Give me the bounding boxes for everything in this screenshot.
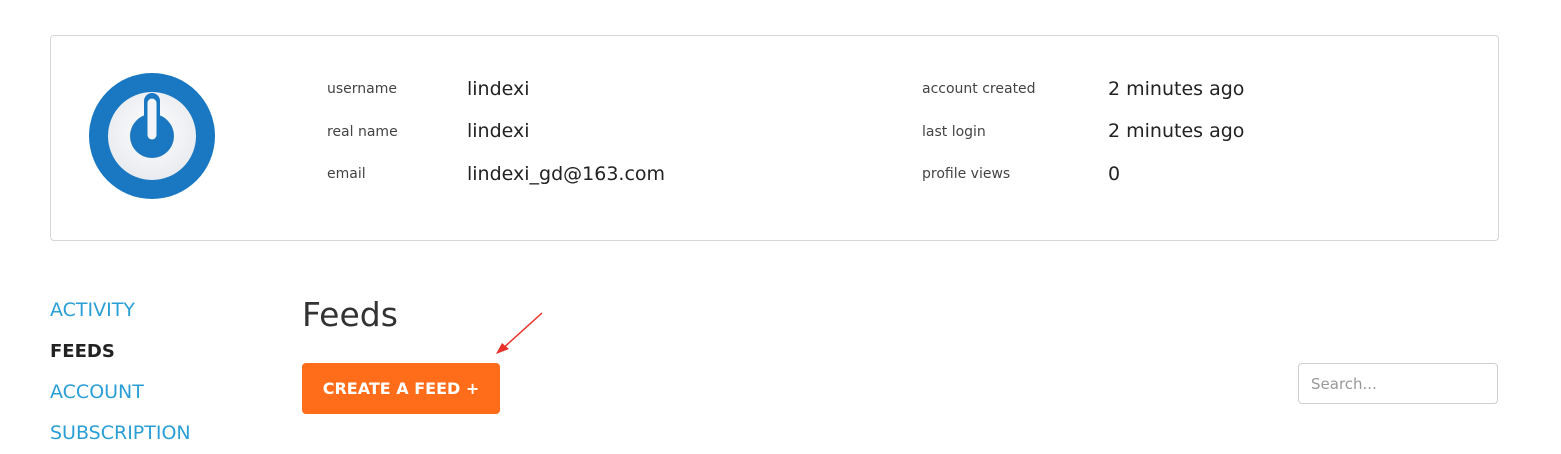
last-login-label: last login (922, 124, 986, 140)
nav-item-activity[interactable]: ACTIVITY (50, 290, 191, 331)
username-value: lindexi (467, 78, 530, 100)
account-created-label: account created (922, 81, 1036, 97)
create-feed-button[interactable]: CREATE A FEED + (302, 363, 500, 414)
email-value: lindexi_gd@163.com (467, 163, 666, 185)
side-nav: ACTIVITY FEEDS ACCOUNT SUBSCRIPTION (50, 290, 191, 454)
search-input[interactable] (1298, 363, 1498, 404)
account-created-value: 2 minutes ago (1108, 78, 1245, 100)
avatar (89, 73, 215, 199)
last-login-value: 2 minutes ago (1108, 120, 1245, 142)
real-name-value: lindexi (467, 120, 530, 142)
email-label: email (327, 166, 366, 182)
nav-item-account[interactable]: ACCOUNT (50, 372, 191, 413)
page-title: Feeds (302, 295, 398, 334)
annotation-arrow-icon (496, 312, 543, 354)
profile-views-value: 0 (1108, 163, 1121, 185)
real-name-label: real name (327, 124, 398, 140)
profile-views-label: profile views (922, 166, 1011, 182)
nav-item-feeds[interactable]: FEEDS (50, 331, 191, 372)
username-label: username (327, 81, 397, 97)
profile-card: username lindexi real name lindexi email… (50, 35, 1499, 241)
